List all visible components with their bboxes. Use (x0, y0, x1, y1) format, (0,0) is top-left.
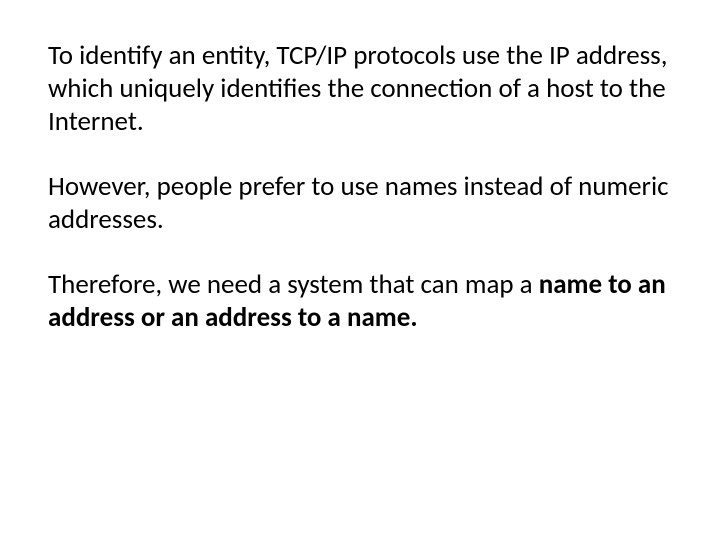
slide-content: To identify an entity, TCP/IP protocols … (48, 40, 670, 335)
paragraph-2-text: However, people prefer to use names inst… (48, 170, 669, 236)
paragraph-1-text: To identify an entity, TCP/IP protocols … (48, 39, 667, 138)
paragraph-1: To identify an entity, TCP/IP protocols … (48, 40, 670, 139)
paragraph-3-prefix: Therefore, we need a system that can map… (48, 268, 539, 301)
paragraph-3: Therefore, we need a system that can map… (48, 269, 670, 335)
paragraph-2: However, people prefer to use names inst… (48, 171, 670, 237)
